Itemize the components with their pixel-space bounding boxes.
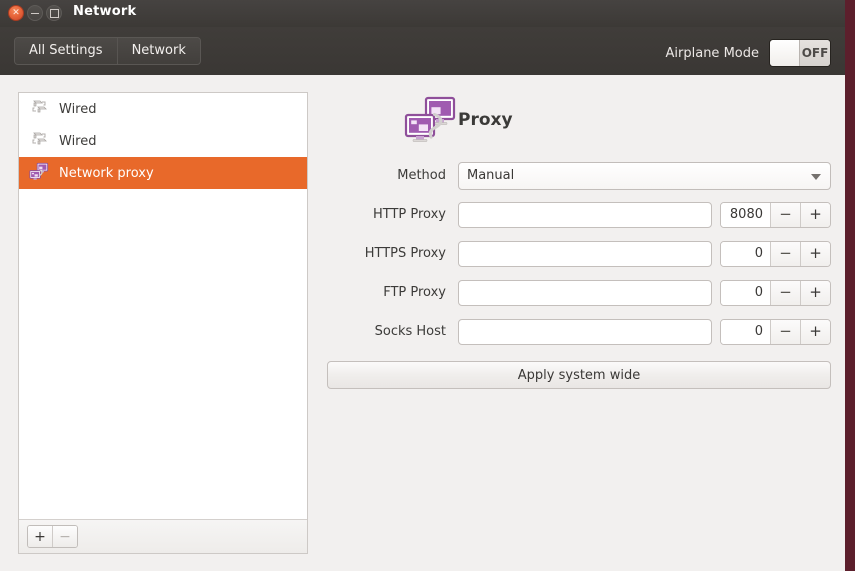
ftp-proxy-port-increment[interactable]: + [800,280,830,305]
wired-network-icon [29,97,49,121]
apply-row: Apply system wide [326,361,831,389]
ftp-proxy-row: FTP Proxy 0 − + [326,273,831,312]
sidebar-item-wired-1[interactable]: Wired [19,93,307,125]
close-icon: ✕ [12,7,20,18]
network-proxy-icon [29,161,49,185]
http-proxy-port-stepper: 8080 − + [720,201,831,228]
ftp-proxy-port-stepper: 0 − + [720,279,831,306]
wired-network-icon [29,129,49,153]
socks-host-port-decrement[interactable]: − [770,319,800,344]
network-proxy-icon [404,96,456,148]
maximize-button[interactable] [46,5,62,21]
add-remove-group: + − [27,525,78,548]
toolbar: All Settings Network Airplane Mode OFF [0,27,845,76]
minimize-icon [28,6,42,20]
http-proxy-row: HTTP Proxy 8080 − + [326,195,831,234]
ftp-proxy-input[interactable] [458,279,712,306]
socks-host-port-value[interactable]: 0 [721,319,770,344]
sidebar-item-label: Wired [59,101,97,117]
socks-host-input[interactable] [458,318,712,345]
http-proxy-port-decrement[interactable]: − [770,202,800,227]
https-proxy-label: HTTPS Proxy [364,246,446,261]
tab-network[interactable]: Network [116,38,200,64]
panel-header: Proxy [326,92,831,148]
airplane-mode-toggle[interactable]: OFF [769,39,831,67]
proxy-settings-panel: Proxy Method Manual HTTP Proxy 8080 − + … [326,92,831,389]
sidebar-item-label: Network proxy [59,165,154,181]
method-row: Method Manual [326,156,831,195]
desktop-background-strip [845,0,855,571]
network-settings-window: ✕ Network All Settings Network Airplane … [0,0,845,571]
method-select[interactable]: Manual [458,161,831,190]
https-proxy-port-decrement[interactable]: − [770,241,800,266]
socks-host-port-increment[interactable]: + [800,319,830,344]
network-device-sidebar: Wired Wired Network proxy + − [18,92,308,554]
sidebar-item-label: Wired [59,133,97,149]
socks-host-port-stepper: 0 − + [720,318,831,345]
https-proxy-port-stepper: 0 − + [720,240,831,267]
http-proxy-port-value[interactable]: 8080 [721,202,770,227]
socks-host-row: Socks Host 0 − + [326,312,831,351]
socks-host-label: Socks Host [374,324,446,339]
minimize-button[interactable] [27,5,43,21]
toggle-state-label: OFF [800,40,830,66]
http-proxy-port-increment[interactable]: + [800,202,830,227]
add-connection-button[interactable]: + [28,526,52,547]
window-controls: ✕ [8,5,62,21]
maximize-icon [47,6,61,20]
airplane-mode-group: Airplane Mode OFF [666,39,831,67]
ftp-proxy-port-value[interactable]: 0 [721,280,770,305]
airplane-mode-label: Airplane Mode [665,45,759,61]
window-body: Wired Wired Network proxy + − Proxy Meth… [0,75,845,571]
method-label: Method [397,168,446,183]
sidebar-item-wired-2[interactable]: Wired [19,125,307,157]
tab-all-settings[interactable]: All Settings [15,38,117,64]
ftp-proxy-port-decrement[interactable]: − [770,280,800,305]
method-selected-value: Manual [467,168,515,183]
https-proxy-row: HTTPS Proxy 0 − + [326,234,831,273]
window-title: Network [73,4,137,19]
http-proxy-label: HTTP Proxy [372,207,446,222]
screen: ✕ Network All Settings Network Airplane … [0,0,855,571]
sidebar-footer-toolbar: + − [19,519,307,553]
remove-connection-button[interactable]: − [52,526,77,547]
page-title: Proxy [458,110,513,130]
toggle-knob [770,40,800,66]
sidebar-item-network-proxy[interactable]: Network proxy [19,157,307,189]
breadcrumb-tabs: All Settings Network [14,37,201,65]
https-proxy-port-increment[interactable]: + [800,241,830,266]
network-device-list: Wired Wired Network proxy [19,93,307,519]
ftp-proxy-label: FTP Proxy [383,285,446,300]
https-proxy-port-value[interactable]: 0 [721,241,770,266]
chevron-down-icon [811,173,821,180]
window-titlebar: ✕ Network [0,0,845,28]
apply-system-wide-button[interactable]: Apply system wide [327,361,831,389]
close-button[interactable]: ✕ [8,5,24,21]
http-proxy-input[interactable] [458,201,712,228]
proxy-form: Method Manual HTTP Proxy 8080 − + HTTPS … [326,156,831,389]
https-proxy-input[interactable] [458,240,712,267]
